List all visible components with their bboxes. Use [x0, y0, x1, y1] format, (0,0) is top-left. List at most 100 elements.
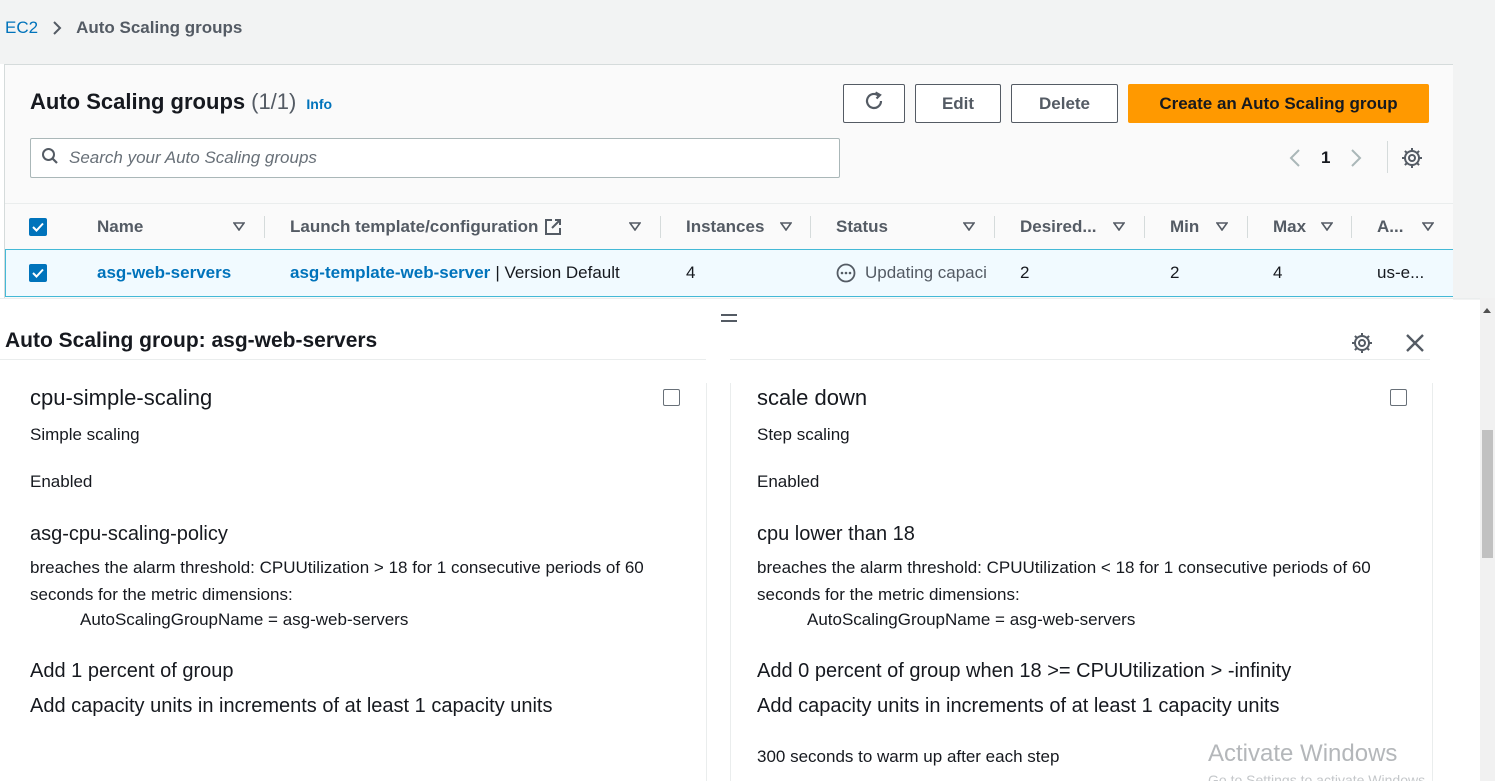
select-all-checkbox[interactable]: [29, 204, 47, 249]
edit-button[interactable]: Edit: [915, 84, 1001, 123]
column-label: Min: [1170, 216, 1200, 236]
breadcrumb-current: Auto Scaling groups: [76, 18, 243, 37]
scroll-up-arrow[interactable]: [1483, 308, 1491, 313]
cell-az: us-e...: [1377, 263, 1425, 282]
policy-name: scale down: [757, 385, 868, 410]
refresh-button[interactable]: [843, 84, 905, 123]
column-divider: [994, 216, 995, 238]
checkmark-icon: [29, 217, 47, 236]
template-version: | Version Default: [495, 263, 620, 282]
caret-down-icon[interactable]: [1216, 204, 1228, 249]
alarm-description: breaches the alarm threshold: CPUUtiliza…: [757, 558, 1371, 604]
asg-table: Name Launch template/configuration Insta…: [5, 203, 1455, 297]
column-header-name[interactable]: Name: [97, 204, 143, 249]
cell-desired: 2: [1020, 263, 1030, 282]
policy-card-cpu-simple-scaling: cpu-simple-scaling Simple scaling Enable…: [4, 383, 707, 781]
cell-name: asg-web-servers: [97, 250, 231, 296]
in-progress-icon: [836, 263, 856, 283]
detail-divider: [730, 359, 1430, 360]
table-row[interactable]: asg-web-servers asg-template-web-server …: [5, 249, 1455, 297]
caret-down-icon[interactable]: [233, 204, 245, 249]
gear-icon[interactable]: [1401, 147, 1423, 174]
delete-button[interactable]: Delete: [1011, 84, 1118, 123]
column-divider: [1351, 216, 1352, 238]
cell-max: 4: [1273, 263, 1283, 282]
column-header-instances[interactable]: Instances: [686, 204, 764, 249]
policy-warmup: 300 seconds to warm up after each step: [757, 747, 1060, 766]
column-header-az[interactable]: A...: [1377, 204, 1403, 249]
activate-windows-subtitle: Go to Settings to activate Windows.: [1208, 772, 1429, 781]
cell-min: 2: [1170, 263, 1180, 282]
refresh-icon: [863, 90, 885, 117]
cell-instances: 4: [686, 263, 696, 282]
detail-scrollbar[interactable]: [1480, 298, 1495, 781]
row-checkbox[interactable]: [29, 250, 47, 296]
alarm-dimension: AutoScalingGroupName = asg-web-servers: [807, 610, 1136, 629]
policy-increment: Add capacity units in increments of at l…: [757, 695, 1280, 717]
breadcrumb: EC2 Auto Scaling groups: [5, 18, 242, 38]
search-input[interactable]: [69, 148, 789, 168]
column-label: Status: [836, 216, 888, 236]
chevron-right-icon: [52, 20, 62, 36]
table-header: Name Launch template/configuration Insta…: [5, 203, 1453, 248]
column-label: A...: [1377, 216, 1404, 236]
drag-handle-icon[interactable]: [720, 310, 738, 328]
create-asg-button[interactable]: Create an Auto Scaling group: [1128, 84, 1429, 123]
alarm-name: asg-cpu-scaling-policy: [30, 523, 228, 545]
asg-name-link[interactable]: asg-web-servers: [97, 263, 231, 283]
alarm-dimension: AutoScalingGroupName = asg-web-servers: [80, 610, 409, 629]
column-divider: [810, 216, 811, 238]
chevron-right-icon[interactable]: [1346, 148, 1366, 168]
policy-action: Add 0 percent of group when 18 >= CPUUti…: [757, 660, 1292, 682]
gear-icon[interactable]: [1351, 332, 1373, 359]
column-header-min[interactable]: Min: [1170, 204, 1199, 249]
caret-down-icon[interactable]: [780, 204, 792, 249]
info-link[interactable]: Info: [306, 96, 332, 112]
column-header-desired[interactable]: Desired...: [1020, 204, 1097, 249]
alarm-name: cpu lower than 18: [757, 523, 915, 545]
caret-down-icon[interactable]: [1321, 204, 1333, 249]
column-header-max[interactable]: Max: [1273, 204, 1306, 249]
external-link-icon: [544, 218, 562, 236]
asg-list-panel: Auto Scaling groups (1/1) Info Edit Dele…: [4, 64, 1455, 298]
column-label: Instances: [686, 216, 765, 236]
caret-down-icon[interactable]: [963, 204, 975, 249]
policy-state: Enabled: [757, 472, 820, 491]
policy-increment: Add capacity units in increments of at l…: [30, 695, 553, 717]
column-divider: [1247, 216, 1248, 238]
column-divider: [264, 216, 265, 238]
checkmark-icon: [29, 264, 47, 282]
column-label: Max: [1273, 216, 1307, 236]
policy-checkbox[interactable]: [1390, 389, 1407, 406]
policy-card-scale-down: scale down Step scaling Enabled cpu lowe…: [730, 383, 1433, 781]
page-number[interactable]: 1: [1321, 148, 1330, 168]
activate-windows-watermark: Activate Windows: [1208, 740, 1398, 767]
list-panel-gutter: [1453, 64, 1495, 300]
caret-down-icon[interactable]: [1113, 204, 1125, 249]
top-bar: EC2 Auto Scaling groups: [0, 0, 1495, 64]
scrollbar-thumb[interactable]: [1482, 430, 1493, 558]
column-divider: [660, 216, 661, 238]
detail-divider: [0, 359, 706, 360]
column-header-launch-template[interactable]: Launch template/configuration: [290, 204, 562, 249]
selection-count: (1/1): [251, 89, 297, 114]
search-icon: [41, 147, 59, 170]
caret-down-icon[interactable]: [629, 204, 641, 249]
policy-checkbox[interactable]: [663, 389, 680, 406]
status-text: Updating capaci: [865, 263, 987, 282]
breadcrumb-ec2-link[interactable]: EC2: [5, 18, 38, 38]
policy-action: Add 1 percent of group: [30, 660, 234, 682]
launch-template-link[interactable]: asg-template-web-server: [290, 263, 490, 283]
chevron-left-icon[interactable]: [1285, 148, 1305, 168]
detail-title: Auto Scaling group: asg-web-servers: [5, 329, 378, 352]
column-header-status[interactable]: Status: [836, 204, 888, 249]
pagination: 1: [1285, 145, 1366, 171]
split-divider: [0, 298, 1480, 299]
caret-down-icon[interactable]: [1422, 204, 1434, 249]
column-label: Launch template/configuration: [290, 216, 539, 236]
search-box: [30, 138, 840, 178]
column-label: Name: [97, 216, 144, 236]
panel-title-text: Auto Scaling groups: [30, 89, 246, 114]
cell-status: Updating capaci: [836, 250, 994, 296]
close-icon[interactable]: [1404, 332, 1426, 359]
